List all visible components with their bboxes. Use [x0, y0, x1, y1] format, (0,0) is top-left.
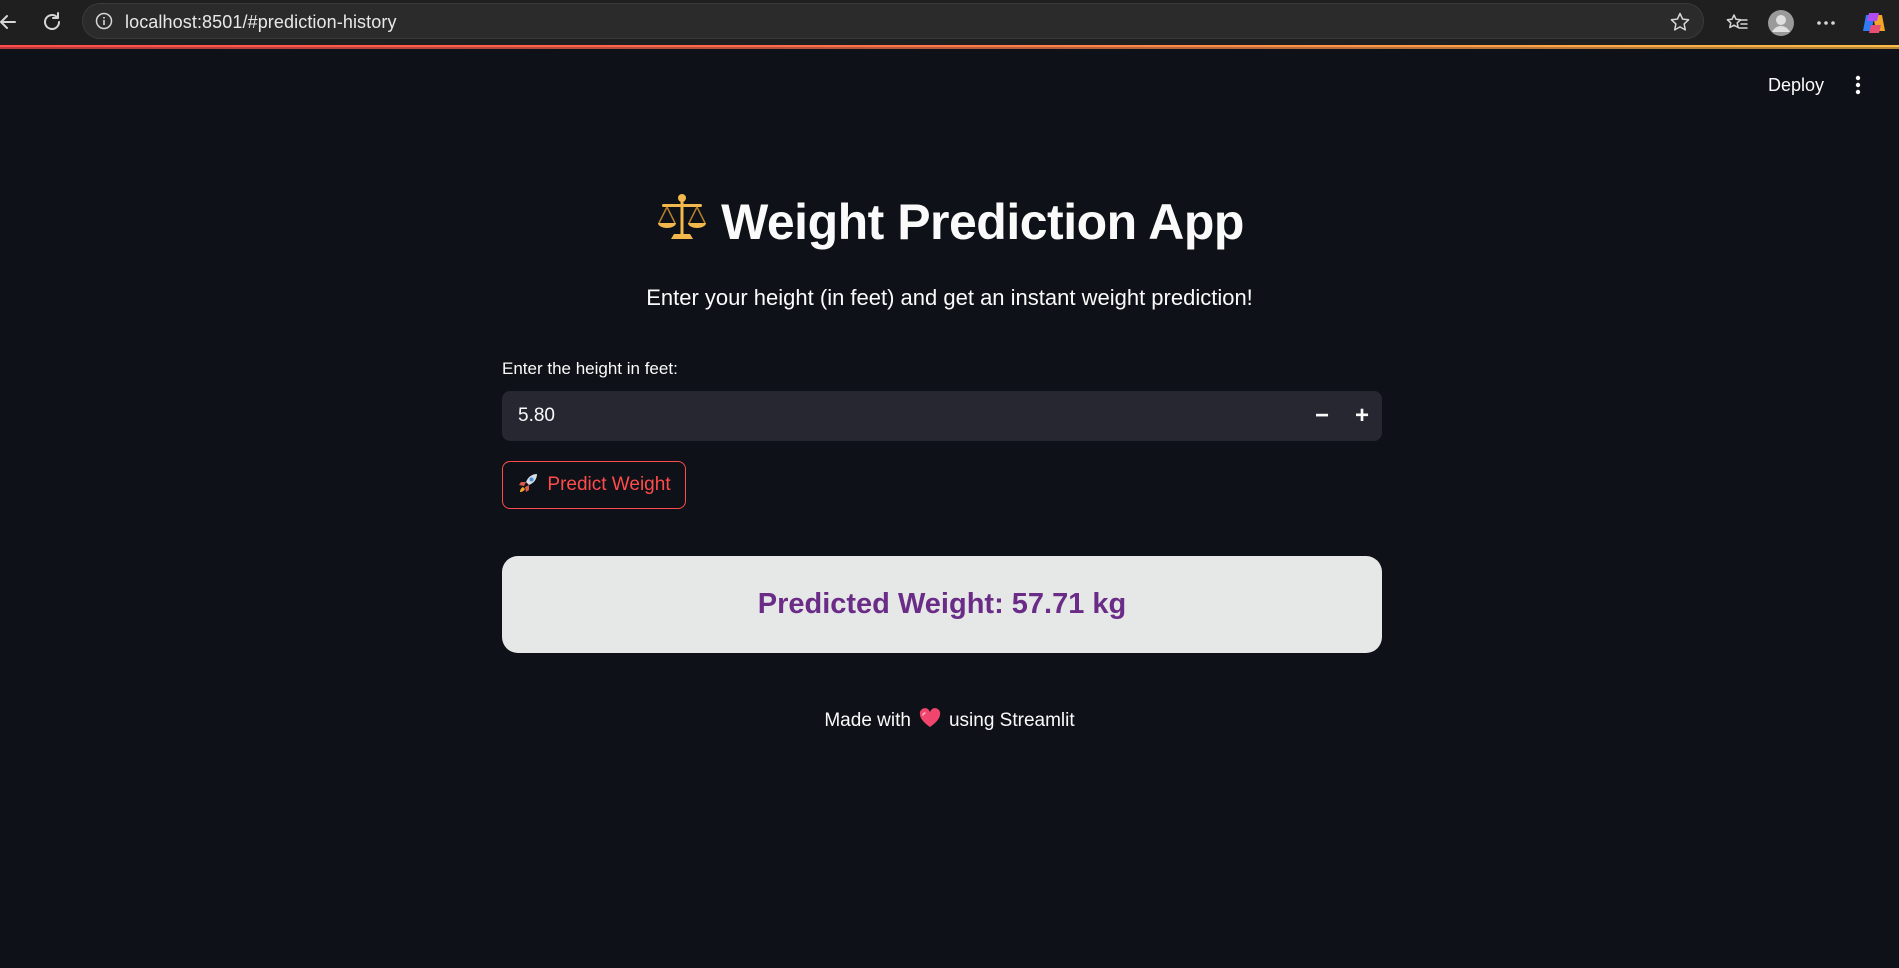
height-input[interactable] [518, 405, 1218, 427]
url-text[interactable]: localhost:8501/#prediction-history [125, 12, 397, 33]
footer-suffix: using Streamlit [948, 710, 1075, 731]
back-arrow-icon[interactable] [0, 8, 22, 36]
favorites-icon[interactable] [1722, 8, 1752, 38]
browser-toolbar: localhost:8501/#prediction-history [0, 0, 1899, 45]
height-number-input: − + [502, 391, 1382, 441]
decrement-button[interactable]: − [1302, 391, 1342, 441]
reload-icon[interactable] [38, 8, 66, 36]
address-bar[interactable]: localhost:8501/#prediction-history [82, 3, 1704, 39]
rocket-icon [517, 472, 539, 499]
predict-weight-button[interactable]: Predict Weight [502, 461, 686, 509]
star-icon[interactable] [1669, 11, 1691, 33]
predict-button-label: Predict Weight [547, 474, 671, 495]
height-input-label: Enter the height in feet: [502, 359, 678, 378]
deploy-button[interactable]: Deploy [1760, 69, 1832, 101]
page-title: Weight Prediction App [0, 192, 1899, 251]
profile-icon[interactable] [1766, 8, 1796, 38]
info-icon[interactable] [95, 12, 113, 30]
footer-prefix: Made with [824, 710, 911, 731]
streamlit-app: Deploy Weight Prediction App Enter your … [0, 49, 1899, 968]
main-menu-icon[interactable] [1842, 69, 1874, 101]
footer: Made with using Streamlit [0, 708, 1899, 734]
increment-button[interactable]: + [1342, 391, 1382, 441]
balance-scale-icon [655, 192, 709, 251]
heart-icon [919, 708, 941, 734]
more-icon[interactable] [1811, 8, 1841, 38]
prediction-result-text: Predicted Weight: 57.71 kg [757, 588, 1127, 620]
prediction-result-box: Predicted Weight: 57.71 kg [502, 556, 1382, 653]
app-subtitle: Enter your height (in feet) and get an i… [646, 285, 1253, 310]
app-title: Weight Prediction App [721, 193, 1244, 250]
copilot-icon[interactable] [1859, 8, 1889, 38]
